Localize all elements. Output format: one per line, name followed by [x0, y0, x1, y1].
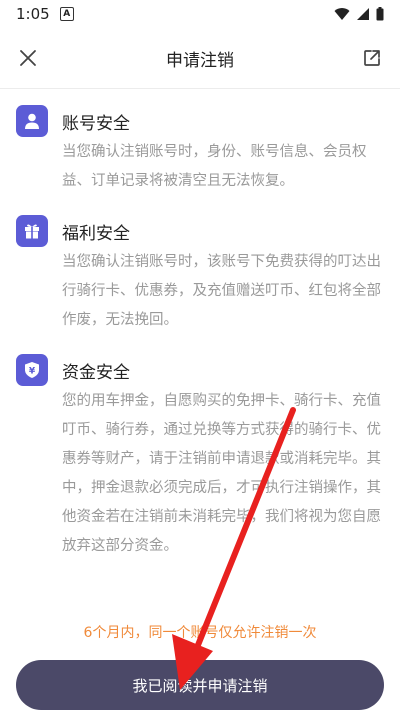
status-bar: 1:05 A [0, 0, 400, 28]
apply-cancel-button[interactable]: 我已阅读并申请注销 [16, 660, 384, 710]
page-title: 申请注销 [166, 50, 234, 71]
share-button[interactable] [358, 44, 386, 72]
section-account-security: 账号安全 当您确认注销账号时，身份、账号信息、会员权益、订单记录将被清空且无法恢… [16, 104, 384, 196]
cancel-limit-notice: 6个月内，同一个账号仅允许注销一次 [83, 625, 317, 641]
gift-icon [16, 215, 48, 247]
section-title: 资金安全 [62, 362, 130, 383]
user-icon [16, 105, 48, 137]
header-divider [0, 88, 400, 89]
section-text: 当您确认注销账号时，身份、账号信息、会员权益、订单记录将被清空且无法恢复。 [62, 144, 367, 189]
battery-icon [376, 7, 384, 21]
section-title: 福利安全 [62, 223, 130, 244]
status-time: 1:05 [16, 5, 50, 23]
app-header: 申请注销 [0, 28, 400, 88]
section-title: 账号安全 [62, 113, 130, 134]
signal-icon [357, 8, 369, 20]
notification-a-icon: A [59, 7, 74, 21]
external-link-icon [364, 50, 380, 66]
section-text: 当您确认注销账号时，该账号下免费获得的叮达出行骑行卡、优惠券，及充值赠送叮币、红… [62, 254, 381, 328]
yen-shield-icon: ¥ [16, 354, 48, 386]
close-icon [20, 50, 36, 66]
section-fund-security: ¥ 资金安全 您的用车押金，自愿购买的免押卡、骑行卡、充值叮币、骑行券，通过兑换… [16, 353, 384, 561]
svg-text:¥: ¥ [29, 367, 36, 377]
section-text: 您的用车押金，自愿购买的免押卡、骑行卡、充值叮币、骑行券，通过兑换等方式获得的骑… [62, 393, 381, 554]
close-button[interactable] [14, 44, 42, 72]
section-benefit-security: 福利安全 当您确认注销账号时，该账号下免费获得的叮达出行骑行卡、优惠券，及充值赠… [16, 214, 384, 335]
wifi-icon [334, 8, 350, 20]
